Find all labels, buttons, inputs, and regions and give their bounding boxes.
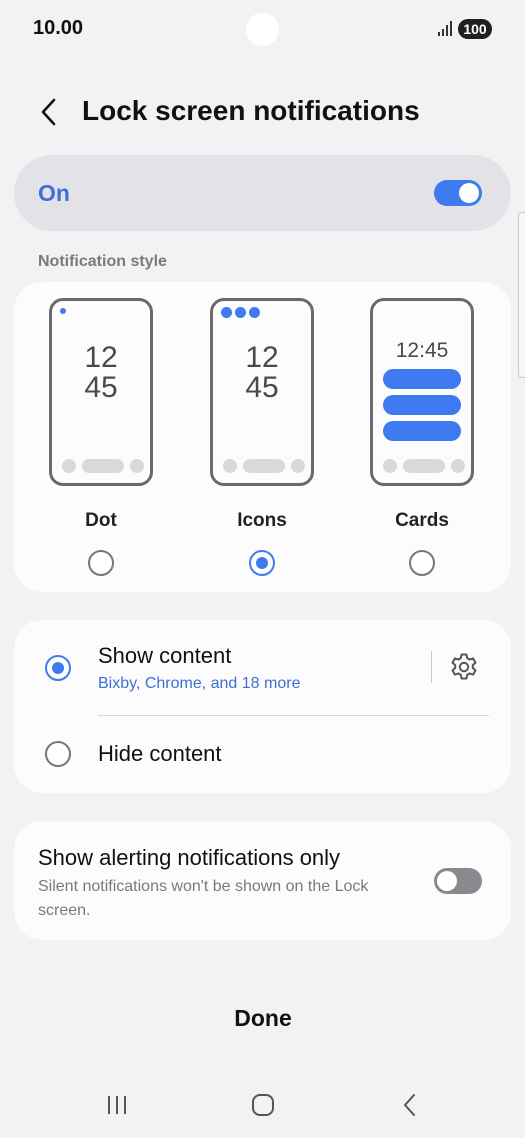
alerting-only-title: Show alerting notifications only bbox=[38, 845, 341, 870]
signal-icon bbox=[438, 21, 452, 36]
nav-back-button[interactable] bbox=[392, 1090, 428, 1120]
notification-icon bbox=[235, 307, 246, 318]
notification-icon bbox=[221, 307, 232, 318]
style-radio-cards[interactable] bbox=[409, 550, 435, 576]
preview-nav-pills bbox=[223, 459, 305, 473]
preview-clock-minute: 45 bbox=[84, 371, 118, 404]
status-time: 10.00 bbox=[33, 17, 84, 39]
master-switch-label: On bbox=[38, 180, 70, 206]
chevron-left-icon bbox=[41, 98, 56, 126]
phone-preview-dot: 12 45 bbox=[49, 298, 153, 486]
navigation-bar bbox=[0, 1080, 525, 1130]
toggle-knob bbox=[459, 183, 479, 203]
show-content-label: Show content bbox=[98, 643, 232, 668]
recents-button[interactable] bbox=[99, 1090, 135, 1120]
style-radio-icons[interactable] bbox=[249, 550, 275, 576]
dot-indicator bbox=[60, 308, 66, 314]
home-button[interactable] bbox=[245, 1090, 281, 1120]
preview-clock: 12 45 bbox=[213, 343, 311, 403]
alerting-only-description: Silent notifications won't be shown on t… bbox=[38, 878, 369, 919]
alerting-only-card[interactable]: Show alerting notifications only Silent … bbox=[14, 821, 511, 940]
done-button[interactable]: Done bbox=[212, 1005, 314, 1039]
toggle-knob bbox=[437, 871, 457, 891]
style-radio-dot[interactable] bbox=[88, 550, 114, 576]
style-name: Icons bbox=[237, 510, 287, 531]
preview-nav-pills bbox=[62, 459, 144, 473]
page-title: Lock screen notifications bbox=[82, 95, 420, 126]
hide-content-label: Hide content bbox=[98, 741, 222, 766]
preview-nav-pills bbox=[383, 459, 465, 473]
style-option-cards[interactable]: 12:45 Cards bbox=[362, 282, 482, 592]
style-name: Cards bbox=[395, 510, 449, 531]
content-visibility-card: Show content Bixby, Chrome, and 18 more … bbox=[14, 620, 511, 793]
content-settings-button[interactable] bbox=[449, 652, 479, 682]
show-content-radio[interactable] bbox=[45, 655, 71, 681]
preview-clock: 12 45 bbox=[52, 343, 150, 403]
show-content-subtitle: Bixby, Chrome, and 18 more bbox=[98, 675, 301, 692]
gear-icon bbox=[451, 653, 477, 680]
hide-content-radio[interactable] bbox=[45, 741, 71, 767]
preview-clock-hour: 12 bbox=[245, 341, 279, 374]
recents-icon bbox=[108, 1096, 126, 1114]
notification-card bbox=[383, 395, 461, 415]
vertical-divider bbox=[431, 651, 432, 683]
header: Lock screen notifications bbox=[0, 80, 525, 144]
status-bar: 10.00 100 bbox=[0, 0, 525, 60]
master-switch-card[interactable]: On bbox=[14, 155, 511, 231]
camera-cutout bbox=[246, 13, 279, 46]
notification-icon bbox=[249, 307, 260, 318]
show-content-row[interactable]: Show content Bixby, Chrome, and 18 more bbox=[14, 620, 511, 715]
preview-clock-hour: 12 bbox=[84, 341, 118, 374]
back-button[interactable] bbox=[32, 94, 66, 130]
back-icon bbox=[404, 1094, 415, 1116]
home-icon bbox=[252, 1094, 274, 1116]
notification-card bbox=[383, 369, 461, 389]
style-option-icons[interactable]: 12 45 Icons bbox=[202, 282, 322, 592]
style-option-dot[interactable]: 12 45 Dot bbox=[41, 282, 161, 592]
notification-card bbox=[383, 421, 461, 441]
battery-badge: 100 bbox=[458, 19, 492, 39]
style-name: Dot bbox=[85, 510, 117, 531]
hide-content-row[interactable]: Hide content bbox=[14, 716, 511, 793]
phone-preview-icons: 12 45 bbox=[210, 298, 314, 486]
master-toggle[interactable] bbox=[434, 180, 482, 206]
scrollbar-handle[interactable] bbox=[518, 212, 525, 378]
phone-preview-cards: 12:45 bbox=[370, 298, 474, 486]
preview-clock: 12:45 bbox=[395, 339, 449, 362]
section-label-notification-style: Notification style bbox=[38, 253, 167, 270]
preview-clock-minute: 45 bbox=[245, 371, 279, 404]
alerting-only-toggle[interactable] bbox=[434, 868, 482, 894]
notification-style-card: 12 45 Dot 12 45 Icons 12:45 Cards bbox=[14, 282, 511, 592]
